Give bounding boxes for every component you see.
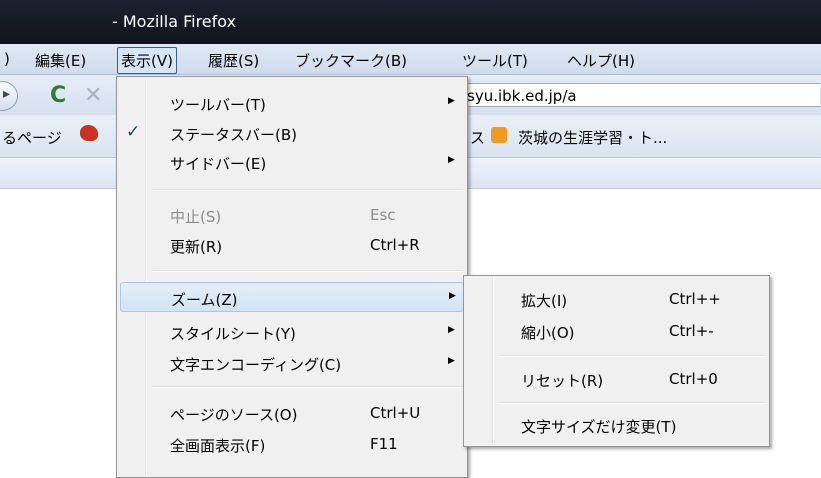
submenu-arrow-icon: ▶ xyxy=(448,325,455,335)
menu-item-toolbars[interactable]: ツールバー(T) ▶ xyxy=(120,88,464,118)
window-title: - Mozilla Firefox xyxy=(112,12,237,31)
menu-item-label: 文字サイズだけ変更(T) xyxy=(521,418,677,436)
bookmark-item-middle[interactable]: ス xyxy=(470,127,485,148)
submenu-arrow-icon: ▶ xyxy=(448,155,455,165)
back-icon: ▸ xyxy=(3,86,11,102)
menu-view[interactable]: 表示(V) xyxy=(117,47,177,74)
menu-item-zoom-reset[interactable]: リセット(R) Ctrl+0 xyxy=(467,364,766,394)
menu-item-shortcut: Ctrl+R xyxy=(370,236,420,254)
menu-item-sidebar[interactable]: サイドバー(E) ▶ xyxy=(120,147,464,177)
menu-item-shortcut: Esc xyxy=(370,206,396,224)
menu-item-shortcut: Ctrl+- xyxy=(669,322,714,340)
menu-item-shortcut: Ctrl+0 xyxy=(669,370,718,388)
rss-feed-icon xyxy=(491,127,507,143)
menu-item-label: 中止(S) xyxy=(170,208,222,226)
url-text: syu.ibk.ed.jp/a xyxy=(467,87,577,105)
menu-separator xyxy=(499,355,765,357)
view-menu-dropdown: ツールバー(T) ▶ ✓ ステータスバー(B) サイドバー(E) ▶ 中止(S)… xyxy=(116,76,468,478)
menu-item-label: ツールバー(T) xyxy=(170,96,266,114)
menu-item-zoom-in[interactable]: 拡大(I) Ctrl++ xyxy=(467,284,766,314)
menu-item-reload[interactable]: 更新(R) Ctrl+R xyxy=(120,230,464,260)
menu-item-label: 縮小(O) xyxy=(521,324,575,342)
submenu-arrow-icon: ▶ xyxy=(448,96,455,106)
submenu-arrow-icon: ▶ xyxy=(448,356,455,366)
menu-item-style-sheet[interactable]: スタイルシート(Y) ▶ xyxy=(120,317,464,347)
back-button[interactable]: ▸ xyxy=(0,81,18,111)
menu-file-partial[interactable]: ) xyxy=(4,50,10,68)
menu-item-zoom[interactable]: ズーム(Z) ▶ xyxy=(120,282,464,312)
menu-separator xyxy=(152,386,463,388)
menu-separator xyxy=(152,270,463,272)
menu-help[interactable]: ヘルプ(H) xyxy=(567,50,635,71)
menu-item-label: 更新(R) xyxy=(170,238,223,256)
menu-separator xyxy=(499,402,765,404)
menu-item-label: リセット(R) xyxy=(521,372,604,390)
menu-item-shortcut: F11 xyxy=(370,435,398,453)
menu-item-label: 拡大(I) xyxy=(521,292,568,310)
menu-item-label: 全画面表示(F) xyxy=(170,437,266,455)
menu-item-stop: 中止(S) Esc xyxy=(120,200,464,230)
menu-item-shortcut: Ctrl+U xyxy=(370,404,421,422)
bookmark-favicon-icon xyxy=(80,125,98,141)
menu-item-zoom-text-only[interactable]: 文字サイズだけ変更(T) xyxy=(467,410,766,440)
menu-bookmarks[interactable]: ブックマーク(B) xyxy=(295,50,407,71)
url-bar[interactable]: syu.ibk.ed.jp/a xyxy=(460,83,820,107)
submenu-arrow-icon: ▶ xyxy=(449,291,456,301)
menu-edit[interactable]: 編集(E) xyxy=(35,50,86,71)
reload-icon[interactable]: C xyxy=(50,83,66,108)
menu-item-label: ズーム(Z) xyxy=(171,291,238,309)
bookmark-item-partial[interactable]: るページ xyxy=(2,127,62,148)
menu-tools[interactable]: ツール(T) xyxy=(462,50,528,71)
zoom-submenu: 拡大(I) Ctrl++ 縮小(O) Ctrl+- リセット(R) Ctrl+0… xyxy=(463,275,770,447)
title-bar: - Mozilla Firefox xyxy=(0,0,821,44)
checkmark-icon: ✓ xyxy=(126,122,141,142)
menu-history[interactable]: 履歴(S) xyxy=(208,50,259,71)
menu-separator xyxy=(152,189,463,191)
menu-item-character-encoding[interactable]: 文字エンコーディング(C) ▶ xyxy=(120,348,464,378)
menu-bar: ) 編集(E) 表示(V) 履歴(S) ブックマーク(B) ツール(T) ヘルプ… xyxy=(0,44,821,75)
menu-item-zoom-out[interactable]: 縮小(O) Ctrl+- xyxy=(467,316,766,346)
stop-icon[interactable]: ✕ xyxy=(84,83,102,108)
menu-item-label: ページのソース(O) xyxy=(170,406,298,424)
menu-item-label: ステータスバー(B) xyxy=(170,126,297,144)
bookmark-item-ibaraki[interactable]: 茨城の生涯学習・ト... xyxy=(518,127,667,148)
menu-item-full-screen[interactable]: 全画面表示(F) F11 xyxy=(120,429,464,459)
menu-item-shortcut: Ctrl++ xyxy=(669,290,721,308)
menu-item-label: サイドバー(E) xyxy=(170,155,267,173)
menu-item-label: 文字エンコーディング(C) xyxy=(170,356,342,374)
menu-item-status-bar[interactable]: ✓ ステータスバー(B) xyxy=(120,118,464,148)
menu-item-label: スタイルシート(Y) xyxy=(170,325,296,343)
menu-item-page-source[interactable]: ページのソース(O) Ctrl+U xyxy=(120,398,464,428)
